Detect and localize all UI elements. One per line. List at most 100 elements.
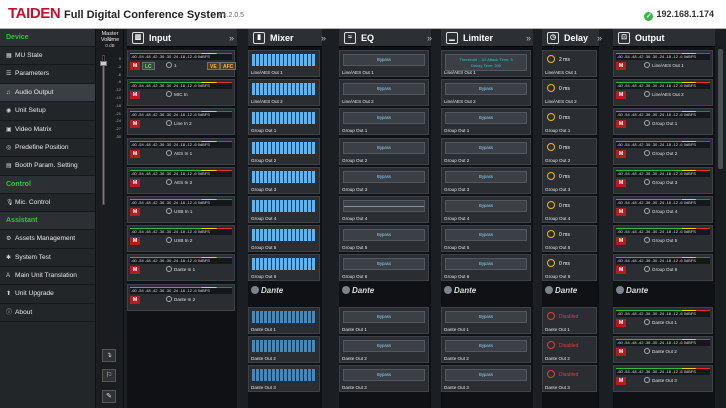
- mixer-level-bars[interactable]: [252, 229, 316, 242]
- mixer-channel[interactable]: Dante Out 3: [248, 365, 320, 393]
- eq-channel[interactable]: Bypass Dante Out 2: [339, 336, 429, 363]
- ve-button[interactable]: VE: [207, 62, 220, 70]
- input-channel[interactable]: -60 -54 -48 -42 -36 -30 -24 -18 -12 -6 0…: [127, 166, 235, 194]
- eq-channel[interactable]: Bypass Group Out 2: [339, 137, 429, 165]
- mute-button[interactable]: M: [130, 62, 140, 70]
- mixer-channel[interactable]: Line/AES Out 1: [248, 50, 320, 77]
- mute-button[interactable]: M: [616, 237, 626, 246]
- input-channel[interactable]: -60 -54 -48 -42 -36 -30 -24 -18 -12 -6 0…: [127, 137, 235, 165]
- afc-button[interactable]: AFC: [220, 62, 237, 70]
- mute-button[interactable]: M: [616, 377, 626, 386]
- output-channel[interactable]: -60 -54 -48 -42 -36 -30 -24 -18 -12 -6 0…: [613, 50, 713, 77]
- eq-channel[interactable]: Bypass Group Out 5: [339, 225, 429, 253]
- mute-button[interactable]: M: [130, 266, 140, 275]
- mute-button[interactable]: M: [616, 348, 626, 356]
- mute-button[interactable]: M: [130, 237, 140, 246]
- mute-button[interactable]: M: [130, 208, 140, 216]
- mixer-level-bars[interactable]: [252, 112, 316, 125]
- delay-value[interactable]: 0 ms: [547, 201, 570, 209]
- limiter-channel[interactable]: Bypass Dante Out 2: [441, 336, 531, 363]
- mute-button[interactable]: M: [130, 91, 140, 100]
- input-channel[interactable]: -60 -54 -48 -42 -36 -30 -24 -18 -12 -6 0…: [127, 283, 235, 311]
- input-channel[interactable]: -60 -54 -48 -42 -36 -30 -24 -18 -12 -6 0…: [127, 79, 235, 107]
- mute-button[interactable]: M: [616, 178, 626, 187]
- sidebar-item-system-test[interactable]: ✱ System Test: [0, 249, 95, 267]
- mute-button[interactable]: M: [130, 149, 140, 158]
- mute-button[interactable]: M: [130, 295, 140, 304]
- master-volume-slider[interactable]: [102, 55, 105, 205]
- sidebar-item-mic-control[interactable]: 🎙Mic. Control: [0, 194, 95, 213]
- delay-channel[interactable]: 0 ms Group Out 2: [542, 137, 597, 165]
- mixer-level-bars[interactable]: [252, 369, 316, 382]
- input-channel[interactable]: -60 -54 -48 -42 -36 -30 -24 -18 -12 -6 0…: [127, 196, 235, 223]
- vertical-scrollbar[interactable]: [716, 47, 725, 408]
- mute-button[interactable]: M: [616, 266, 626, 275]
- eq-bypass-button[interactable]: Bypass: [343, 112, 425, 125]
- eq-bypass-button[interactable]: Bypass: [343, 170, 425, 183]
- mixer-channel[interactable]: Group Out 2: [248, 137, 320, 165]
- mixer-channel[interactable]: Group Out 3: [248, 166, 320, 194]
- delay-channel[interactable]: 0 ms Group Out 1: [542, 108, 597, 136]
- flag-button[interactable]: ⚐: [102, 369, 116, 382]
- limiter-bypass-button[interactable]: Bypass: [445, 83, 527, 96]
- output-channel[interactable]: -60 -54 -48 -42 -36 -30 -24 -18 -12 -6 0…: [613, 137, 713, 165]
- sidebar-item-predefine-position[interactable]: ◎ Predefine Position: [0, 139, 95, 158]
- mixer-level-bars[interactable]: [252, 141, 316, 154]
- delay-value[interactable]: 0 ms: [547, 113, 570, 122]
- delay-channel[interactable]: 0 ms Group Out 5: [542, 225, 597, 253]
- lc-button[interactable]: LC: [142, 62, 155, 70]
- delay-channel[interactable]: 0 ms Line/AES Out 2: [542, 79, 597, 107]
- eq-bypass-button[interactable]: Bypass: [343, 258, 425, 271]
- eq-channel[interactable]: Bypass Dante Out 3: [339, 365, 429, 393]
- eq-bypass-button[interactable]: Bypass: [343, 141, 425, 154]
- mixer-level-bars[interactable]: [252, 340, 316, 352]
- sidebar-item-about[interactable]: ⓘ About: [0, 304, 95, 323]
- eq-bypass-button[interactable]: Bypass: [343, 340, 425, 352]
- delay-channel[interactable]: 0 ms Group Out 6: [542, 254, 597, 282]
- delay-value[interactable]: 0 ms: [547, 142, 570, 151]
- delay-channel[interactable]: 0 ms Group Out 3: [542, 166, 597, 194]
- limiter-channel[interactable]: Bypass Group Out 4: [441, 196, 531, 223]
- sidebar-item-video-matrix[interactable]: ▣ Video Matrix: [0, 121, 95, 139]
- limiter-channel[interactable]: Bypass Line/AES Out 2: [441, 79, 531, 107]
- limiter-channel[interactable]: Bypass Group Out 3: [441, 166, 531, 194]
- limiter-channel[interactable]: Bypass Group Out 5: [441, 225, 531, 253]
- limiter-channel[interactable]: Bypass Group Out 2: [441, 137, 531, 165]
- mixer-level-bars[interactable]: [252, 310, 316, 323]
- mute-button[interactable]: M: [616, 149, 626, 158]
- mixer-channel[interactable]: Group Out 4: [248, 196, 320, 223]
- eq-bypass-button[interactable]: Bypass: [343, 200, 425, 212]
- delay-value[interactable]: 2 ms: [547, 55, 570, 63]
- input-channel[interactable]: -60 -54 -48 -42 -36 -30 -24 -18 -12 -6 0…: [127, 50, 237, 77]
- limiter-channel[interactable]: Bypass Group Out 6: [441, 254, 531, 282]
- limiter-channel[interactable]: Bypass Group Out 1: [441, 108, 531, 136]
- mixer-level-bars[interactable]: [252, 54, 316, 66]
- delay-channel[interactable]: Disabled Dante Out 3: [542, 365, 597, 393]
- limiter-bypass-button[interactable]: Bypass: [445, 229, 527, 242]
- delay-value[interactable]: 0 ms: [547, 84, 570, 93]
- limiter-channel[interactable]: Bypass Dante Out 1: [441, 306, 531, 334]
- limiter-channel[interactable]: Threshold : -12 Attack Time: 3 Decay Time…: [441, 50, 531, 77]
- delay-value[interactable]: 0 ms: [547, 230, 570, 239]
- eq-bypass-button[interactable]: Bypass: [343, 310, 425, 323]
- limiter-bypass-button[interactable]: Bypass: [445, 200, 527, 212]
- scrollbar-thumb[interactable]: [718, 49, 723, 169]
- eq-channel[interactable]: Bypass Line/AES Out 1: [339, 50, 429, 77]
- mute-button[interactable]: M: [616, 91, 626, 100]
- input-channel[interactable]: -60 -54 -48 -42 -36 -30 -24 -18 -12 -6 0…: [127, 254, 235, 282]
- eq-channel[interactable]: Bypass Group Out 3: [339, 166, 429, 194]
- mute-button[interactable]: M: [616, 208, 626, 216]
- delay-channel[interactable]: 2 ms Line/AES Out 1: [542, 50, 597, 77]
- limiter-bypass-button[interactable]: Bypass: [445, 369, 527, 382]
- output-channel[interactable]: -60 -54 -48 -42 -36 -30 -24 -18 -12 -6 0…: [613, 336, 713, 363]
- limiter-bypass-button[interactable]: Bypass: [445, 112, 527, 125]
- eq-channel[interactable]: Bypass Line/AES Out 2: [339, 79, 429, 107]
- limiter-bypass-button[interactable]: Bypass: [445, 141, 527, 154]
- eq-bypass-button[interactable]: Bypass: [343, 229, 425, 242]
- master-volume-knob[interactable]: [100, 61, 107, 66]
- sidebar-item-booth-param-setting[interactable]: ▤ Booth Param. Setting: [0, 157, 95, 176]
- sidebar-item-audio-output[interactable]: ♫ Audio Output: [0, 83, 95, 103]
- mute-button[interactable]: M: [616, 120, 626, 129]
- limiter-bypass-button[interactable]: Bypass: [445, 258, 527, 271]
- mute-button[interactable]: M: [616, 318, 626, 327]
